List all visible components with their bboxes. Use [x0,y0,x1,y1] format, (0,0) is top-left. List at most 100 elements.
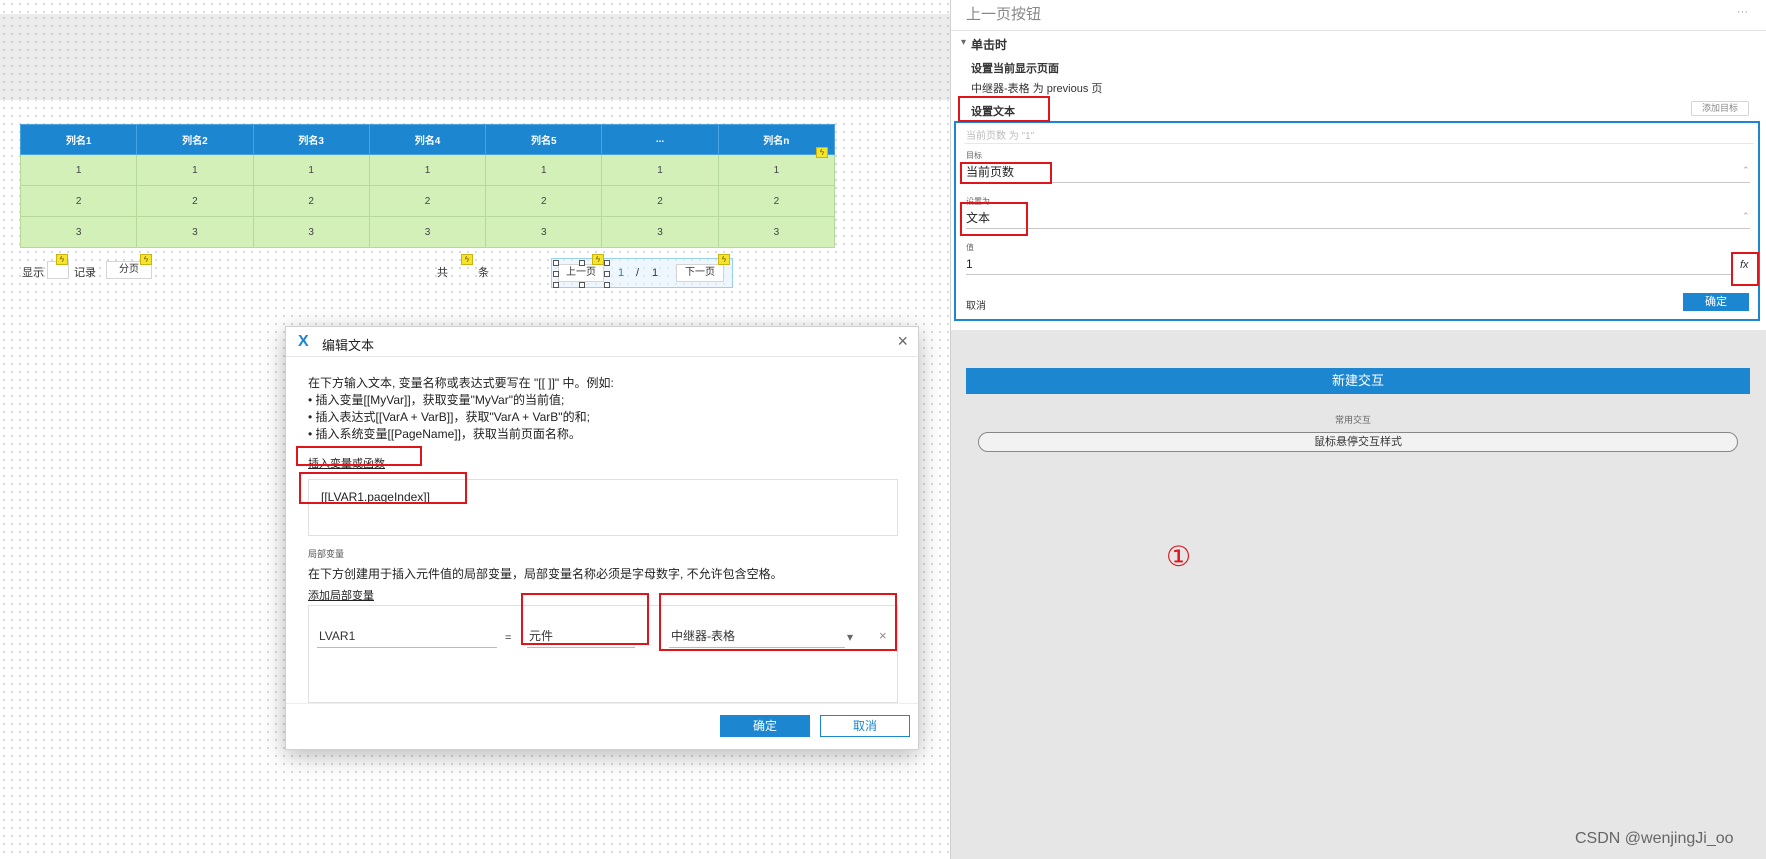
current-page: 1 [618,267,625,279]
expression-text: [[LVAR1.pageIndex]] [321,490,430,504]
desc-line: • 插入变量[[MyVar]]，获取变量"MyVar"的当前值; [308,393,565,407]
table-row[interactable]: 1 1 1 1 1 1 1 [19,154,836,186]
table-row[interactable]: 3 3 3 3 3 3 3 [19,216,836,248]
table-cell: 1 [368,154,487,186]
setto-label: 设置为 [966,197,990,206]
variable-type-select[interactable]: 元件 [527,626,635,648]
paging-label: 分页 [119,264,139,275]
table-cell: 1 [136,154,254,186]
value-label: 值 [966,243,974,252]
pager-group[interactable]: 上一页 1 / 1 下一页 [551,258,733,288]
variable-name-input[interactable]: LVAR1 [317,626,497,648]
edit-text-dialog[interactable]: X 编辑文本 × 在下方输入文本, 变量名称或表达式要写在 "[[ ]]" 中。… [285,326,919,750]
table-header-cell: ... [601,124,719,155]
prev-page-button[interactable]: 上一页 [558,264,604,282]
table-cell: 2 [601,185,719,217]
action-detail: 中继器-表格 为 previous 页 [971,83,1103,95]
local-variable-row-area: LVAR1 = 元件 中继器-表格 ▾ × [308,605,898,703]
equals-sign: = [505,632,512,644]
lightning-icon: ϟ [718,254,730,265]
dialog-ok-button[interactable]: 确定 [720,715,810,737]
table-cell: 1 [252,154,370,186]
table-cell: 3 [19,216,138,248]
setto-select[interactable]: 文本 [966,209,1750,229]
table-cell: 1 [485,154,603,186]
selection-handle[interactable] [604,260,610,266]
next-page-button[interactable]: 下一页 [676,264,724,282]
expression-textarea[interactable]: [[LVAR1.pageIndex]] [308,479,898,536]
interaction-editor: 上一页按钮 ··· ▾ 单击时 设置当前显示页面 中继器-表格 为 previo… [951,0,1766,330]
insert-variable-link[interactable]: 插入变量或函数 [308,455,385,471]
page-separator: / [636,267,640,279]
watermark: CSDN @wenjingJi_oo [1575,830,1734,847]
selection-handle[interactable] [579,260,585,266]
local-vars-description: 在下方创建用于插入元件值的局部变量，局部变量名称必须是字母数字, 不允许包含空格… [308,567,783,581]
selection-handle[interactable] [553,282,559,288]
canvas-header-band [0,14,950,100]
lightning-icon: ϟ [140,254,152,265]
table-header-row: 列名1 列名2 列名3 列名4 列名5 ... 列名n [19,124,836,155]
chevron-down-icon[interactable]: ▾ [847,630,853,644]
action-title[interactable]: 设置文本 [971,103,1015,119]
design-canvas[interactable]: 列名1 列名2 列名3 列名4 列名5 ... 列名n 1 1 1 1 1 1 … [0,0,950,859]
dialog-cancel-button[interactable]: 取消 [820,715,910,737]
hover-style-button[interactable]: 鼠标悬停交互样式 [978,432,1738,452]
editor-cancel-link[interactable]: 取消 [966,297,986,312]
value-input[interactable]: 1 [966,255,1732,275]
collapse-icon[interactable]: ▾ [961,37,966,48]
table-cell: 1 [717,154,836,186]
annotation-marker: ① [1166,541,1192,572]
total-label: 共 [437,267,448,279]
table-cell: 2 [368,185,487,217]
table-cell: 2 [717,185,836,217]
lightning-icon: ϟ [56,254,68,265]
new-interaction-button[interactable]: 新建交互 [966,368,1750,394]
table-cell: 3 [368,216,487,248]
table-cell: 2 [485,185,603,217]
selection-handle[interactable] [604,271,610,277]
add-local-variable-link[interactable]: 添加局部变量 [308,587,374,603]
fx-icon[interactable]: fx [1740,259,1749,271]
event-label[interactable]: 单击时 [971,36,1007,53]
divider [951,30,1766,31]
selection-handle[interactable] [553,260,559,266]
action-editor-box: 当前页数 为 "1" 目标 当前页数 ⌃ 设置为 文本 ⌃ 值 1 fx 取消 … [954,121,1760,321]
dialog-title: 编辑文本 [322,338,375,353]
desc-line: • 插入系统变量[[PageName]]，获取当前页面名称。 [308,427,581,441]
editor-ok-button[interactable]: 确定 [1683,293,1749,311]
interaction-panel[interactable]: 上一页按钮 ··· ▾ 单击时 设置当前显示页面 中继器-表格 为 previo… [950,0,1766,859]
lightning-icon: ϟ [592,254,604,265]
table-header-cell: 列名2 [136,124,254,155]
stepper-icon[interactable]: ⌃ [1742,165,1750,176]
stepper-icon[interactable]: ⌃ [1742,211,1750,222]
close-icon[interactable]: × [897,331,908,352]
remove-variable-icon[interactable]: × [879,628,887,643]
table-row[interactable]: 2 2 2 2 2 2 2 [19,185,836,217]
repeater-table[interactable]: 列名1 列名2 列名3 列名4 列名5 ... 列名n 1 1 1 1 1 1 … [19,124,836,248]
panel-header: 上一页按钮 [966,6,1042,23]
table-header-cell: 列名3 [252,124,370,155]
selection-handle[interactable] [553,271,559,277]
dialog-footer-divider [286,703,918,704]
items-label: 条 [478,267,489,279]
table-cell: 2 [252,185,370,217]
prev-page-label: 上一页 [566,267,596,278]
action-summary: 当前页数 为 "1" [966,131,1035,142]
more-icon[interactable]: ··· [1737,6,1748,18]
table-header-cell: 列名1 [19,124,138,155]
target-select[interactable]: 当前页数 [966,163,1750,183]
table-cell: 2 [19,185,138,217]
table-cell: 3 [136,216,254,248]
show-label: 显示 [22,267,44,279]
lightning-icon: ϟ [816,147,828,158]
table-cell: 3 [601,216,719,248]
table-header-cell: 列名5 [485,124,603,155]
table-header-cell: 列名4 [368,124,487,155]
desc-line: • 插入表达式[[VarA + VarB]]，获取"VarA + VarB"的和… [308,410,590,424]
variable-target-select[interactable]: 中继器-表格 [669,626,845,648]
add-target-button[interactable]: 添加目标 [1691,101,1749,116]
selection-handle[interactable] [604,282,610,288]
app-logo-icon: X [298,333,309,350]
action-title[interactable]: 设置当前显示页面 [971,60,1059,76]
selection-handle[interactable] [579,282,585,288]
